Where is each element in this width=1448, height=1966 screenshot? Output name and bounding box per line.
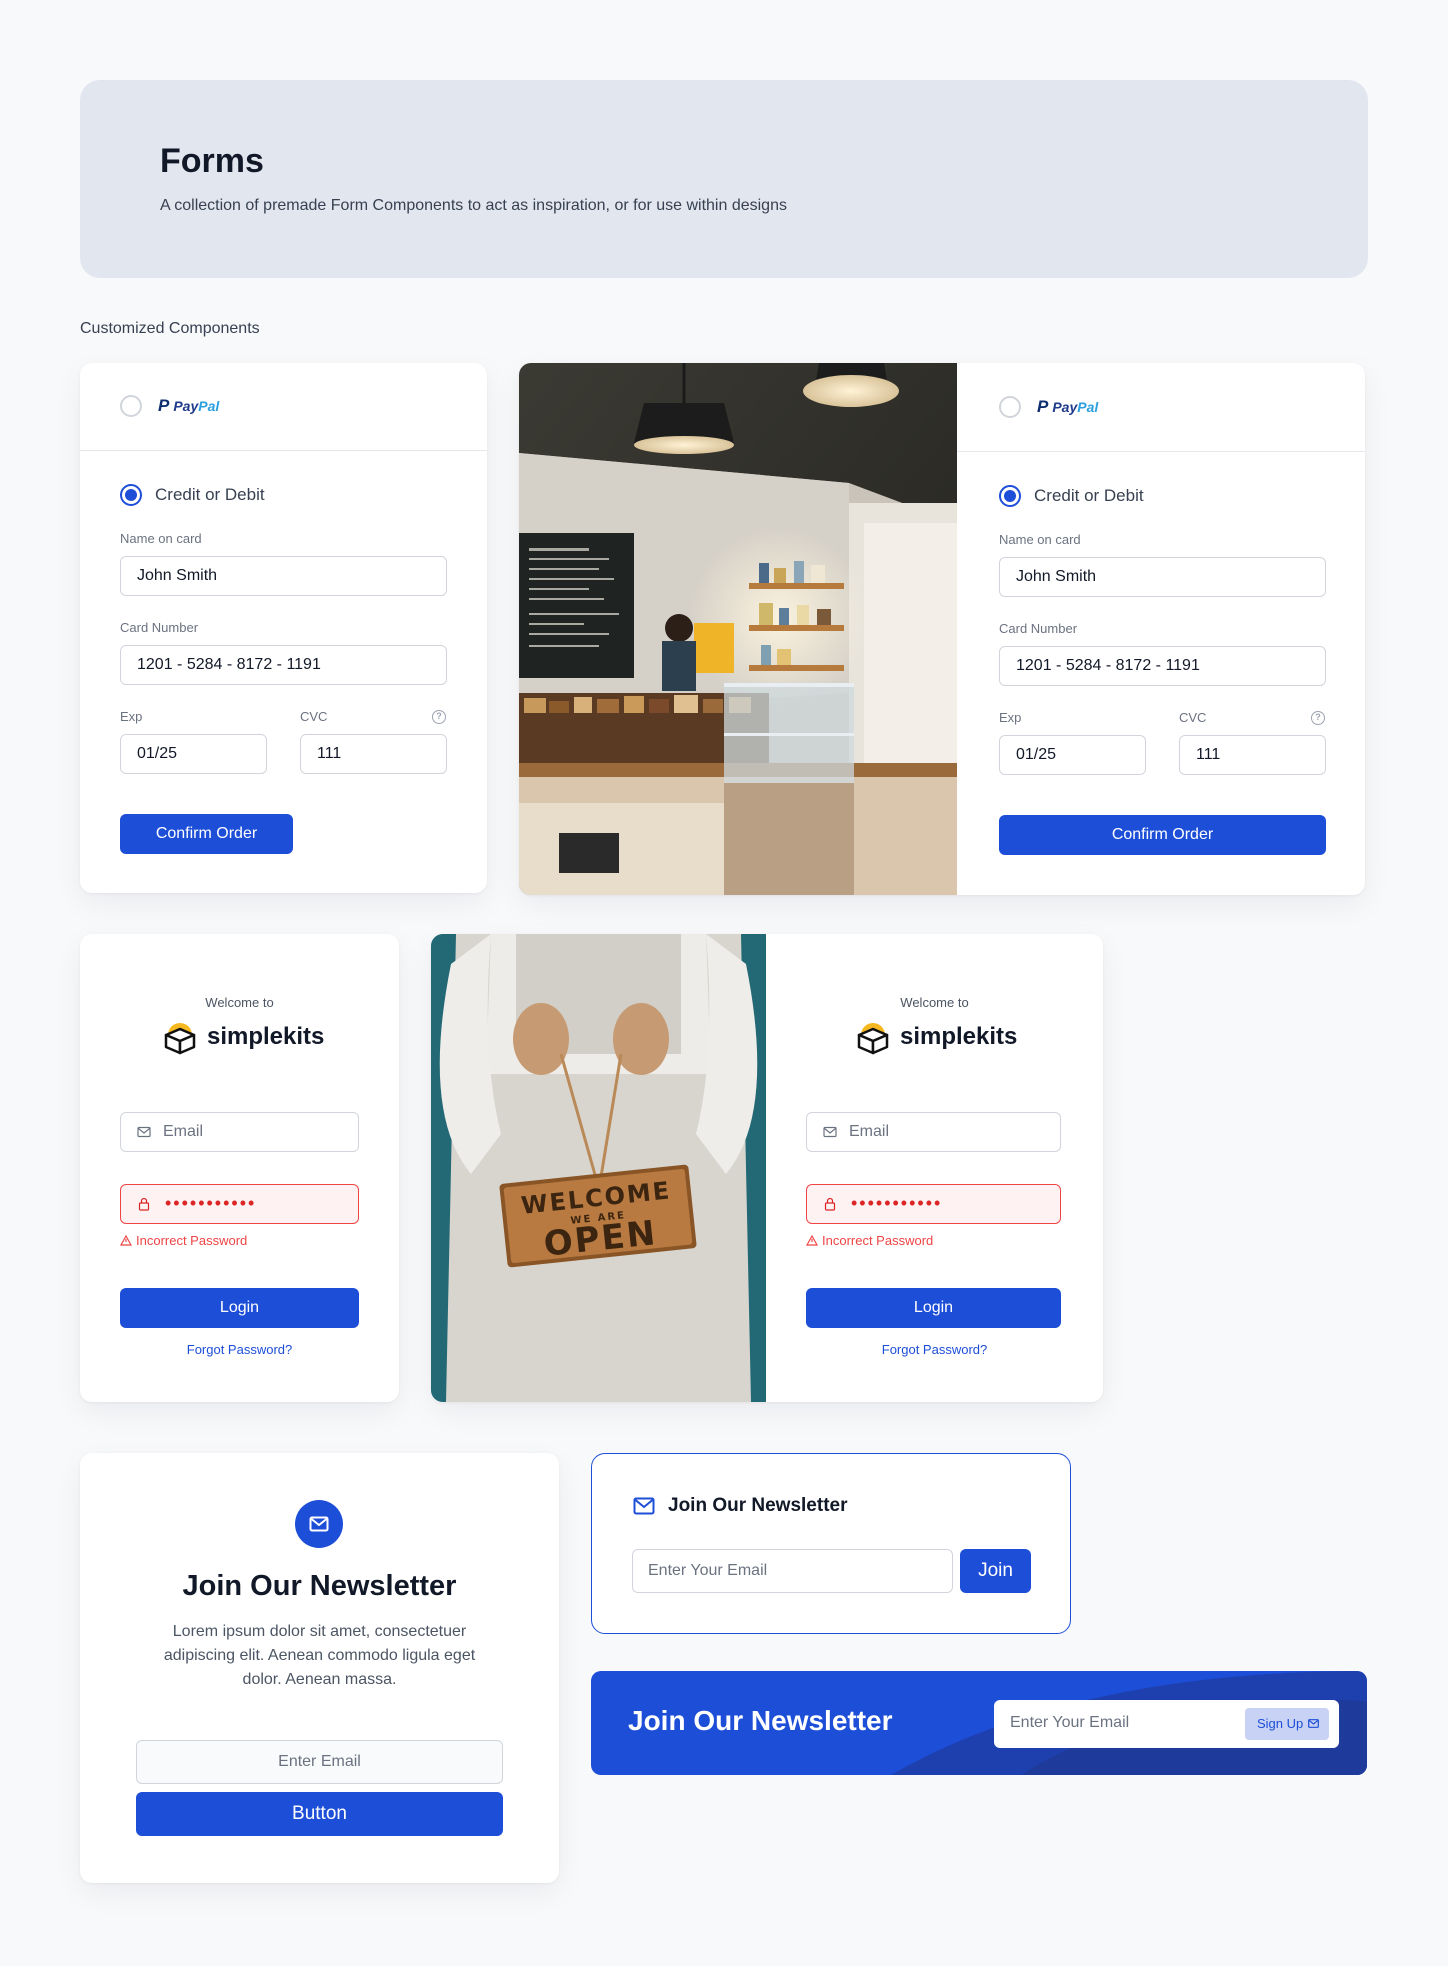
exp-field[interactable]: 01/25 [120, 734, 267, 774]
join-button[interactable]: Join [960, 1549, 1031, 1593]
page-title: Forms [160, 142, 264, 180]
brand-name: simplekits [207, 1023, 325, 1050]
paypal-logo: P PayPal [1037, 397, 1099, 416]
paypal-logo: P PayPal [158, 396, 220, 415]
warning-icon [119, 1234, 133, 1246]
newsletter-inline-card: Join Our Newsletter Enter Your Email Joi… [591, 1453, 1071, 1634]
newsletter-card: Join Our Newsletter Lorem ipsum dolor si… [80, 1453, 559, 1883]
cafe-photo [519, 363, 957, 895]
divider [80, 450, 487, 451]
card-number-label: Card Number [999, 621, 1078, 636]
email-input[interactable]: Enter Email [136, 1740, 503, 1784]
help-icon[interactable]: ? [1311, 711, 1325, 725]
paypal-icon: P [1037, 397, 1049, 416]
cvc-label: CVC [1179, 710, 1207, 725]
newsletter-banner: Join Our Newsletter Enter Your Email Sig… [591, 1671, 1367, 1775]
lock-icon [138, 1197, 150, 1211]
welcome-text: Welcome to [900, 995, 969, 1010]
credit-radio[interactable] [120, 484, 142, 506]
cvc-label: CVC [300, 709, 328, 724]
mail-icon [137, 1126, 151, 1138]
subscribe-button[interactable]: Button [136, 1792, 503, 1836]
name-field[interactable]: John Smith [120, 556, 447, 596]
login-button[interactable]: Login [806, 1288, 1061, 1328]
email-field[interactable]: Email [120, 1112, 359, 1152]
page-header: Forms A collection of premade Form Compo… [80, 80, 1368, 278]
card-number-field[interactable]: 1201 - 5284 - 8172 - 1191 [999, 646, 1326, 686]
paypal-radio[interactable] [120, 395, 142, 417]
brand-name: simplekits [900, 1023, 1018, 1050]
login-card-with-photo: WELCOME WE ARE OPEN Welcome to simplekit… [431, 934, 1103, 1402]
newsletter-title: Join Our Newsletter [182, 1570, 457, 1602]
password-value: ••••••••••• [851, 1193, 943, 1213]
payment-card-with-photo: P PayPal Credit or Debit Name on card Joh… [519, 363, 1365, 895]
banner-email-input[interactable]: Enter Your Email Sign Up [994, 1700, 1339, 1748]
password-error: Incorrect Password [805, 1233, 933, 1248]
help-icon[interactable]: ? [432, 710, 446, 724]
lock-icon [824, 1197, 836, 1211]
confirm-order-button[interactable]: Confirm Order [999, 815, 1326, 855]
simplekits-logo-icon [164, 1023, 196, 1055]
forgot-password-link[interactable]: Forgot Password? [80, 1342, 399, 1357]
email-placeholder: Email [849, 1123, 890, 1140]
credit-label: Credit or Debit [155, 485, 265, 504]
mail-icon [633, 1497, 655, 1515]
newsletter-title: Join Our Newsletter [668, 1495, 848, 1516]
credit-label: Credit or Debit [1034, 486, 1144, 505]
cvc-field[interactable]: 111 [1179, 735, 1326, 775]
email-input[interactable]: Enter Your Email [632, 1549, 953, 1593]
mail-icon [295, 1500, 343, 1548]
exp-label: Exp [120, 709, 143, 724]
mail-icon [1308, 1719, 1319, 1728]
newsletter-description: Lorem ipsum dolor sit amet, consectetuer… [163, 1623, 476, 1688]
credit-radio[interactable] [999, 485, 1021, 507]
warning-icon [805, 1234, 819, 1246]
name-field[interactable]: John Smith [999, 557, 1326, 597]
payment-card: P PayPal Credit or Debit Name on card Joh… [80, 363, 487, 893]
confirm-order-button[interactable]: Confirm Order [120, 814, 293, 854]
forgot-password-link[interactable]: Forgot Password? [766, 1342, 1103, 1357]
mail-icon [823, 1126, 837, 1138]
password-error: Incorrect Password [119, 1233, 247, 1248]
paypal-radio[interactable] [999, 396, 1021, 418]
open-sign-photo: WELCOME WE ARE OPEN [431, 934, 766, 1402]
password-field[interactable]: ••••••••••• [806, 1184, 1061, 1224]
banner-title: Join Our Newsletter [628, 1705, 893, 1736]
email-placeholder: Email [163, 1123, 204, 1140]
name-label: Name on card [999, 532, 1081, 547]
cvc-field[interactable]: 111 [300, 734, 447, 774]
paypal-icon: P [158, 396, 170, 415]
login-card: Welcome to simplekits Email ••••••••••• … [80, 934, 399, 1402]
simplekits-logo-icon [857, 1023, 889, 1055]
exp-label: Exp [999, 710, 1022, 725]
sign-up-button[interactable]: Sign Up [1245, 1708, 1329, 1740]
name-label: Name on card [120, 531, 202, 546]
card-number-field[interactable]: 1201 - 5284 - 8172 - 1191 [120, 645, 447, 685]
section-label: Customized Components [80, 320, 260, 337]
page-subtitle: A collection of premade Form Components … [160, 197, 787, 214]
divider [957, 451, 1365, 452]
card-number-label: Card Number [120, 620, 199, 635]
password-value: ••••••••••• [165, 1193, 257, 1213]
exp-field[interactable]: 01/25 [999, 735, 1146, 775]
password-field[interactable]: ••••••••••• [120, 1184, 359, 1224]
login-button[interactable]: Login [120, 1288, 359, 1328]
welcome-text: Welcome to [205, 995, 274, 1010]
email-field[interactable]: Email [806, 1112, 1061, 1152]
